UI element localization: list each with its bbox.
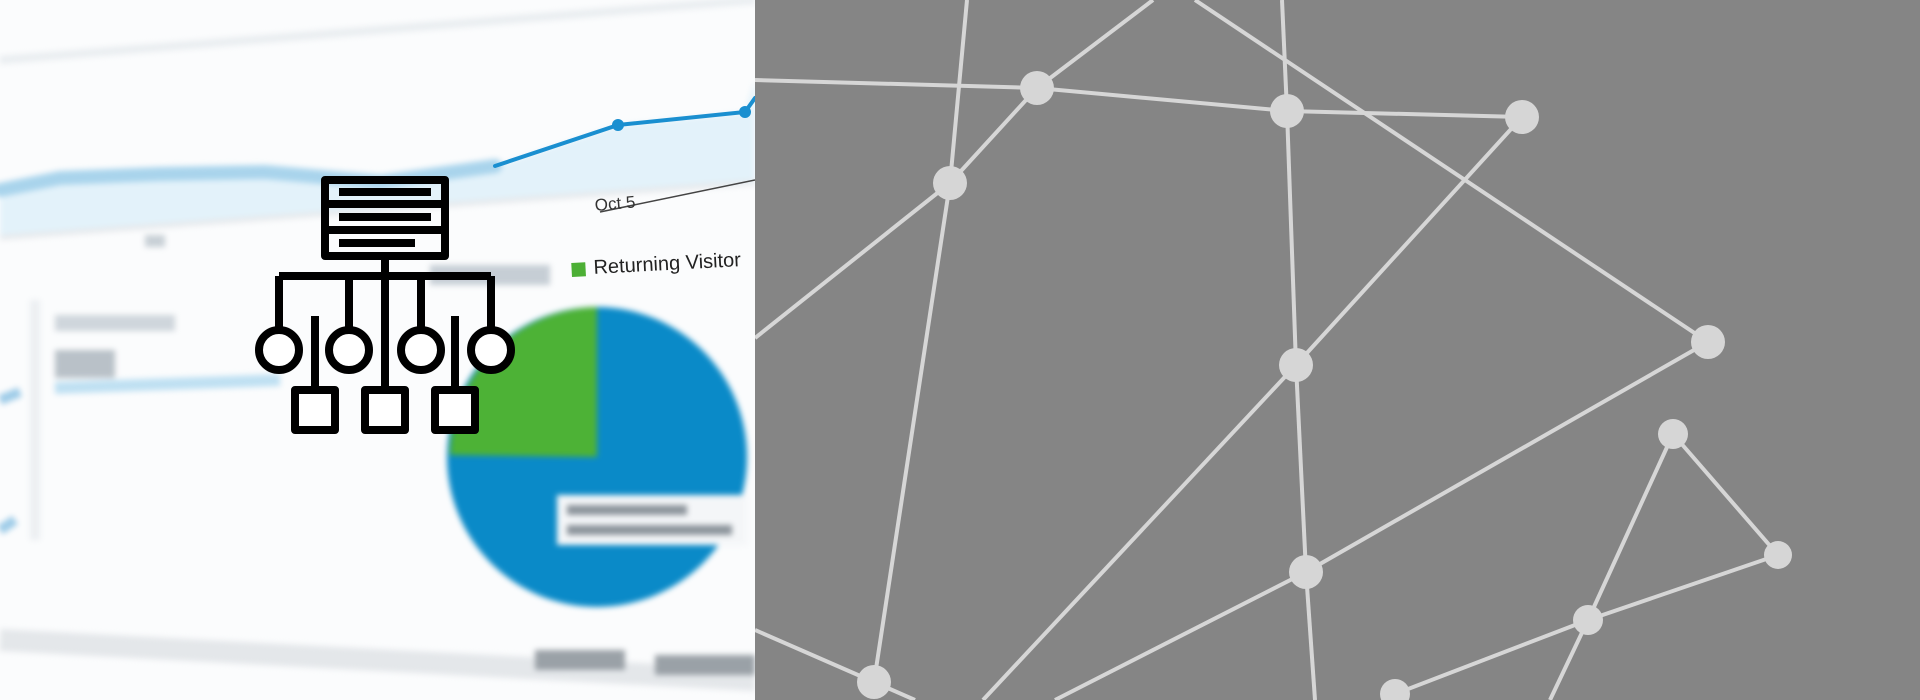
chart-axis-date-label: Oct 5 (594, 192, 637, 215)
network-graph-panel (755, 0, 1920, 700)
network-graph (755, 0, 1792, 700)
server-network-hierarchy-icon (255, 176, 515, 434)
analytics-dashboard-background: Oct 5 Returning Visitor (0, 0, 755, 700)
legend-swatch-green (571, 261, 586, 277)
